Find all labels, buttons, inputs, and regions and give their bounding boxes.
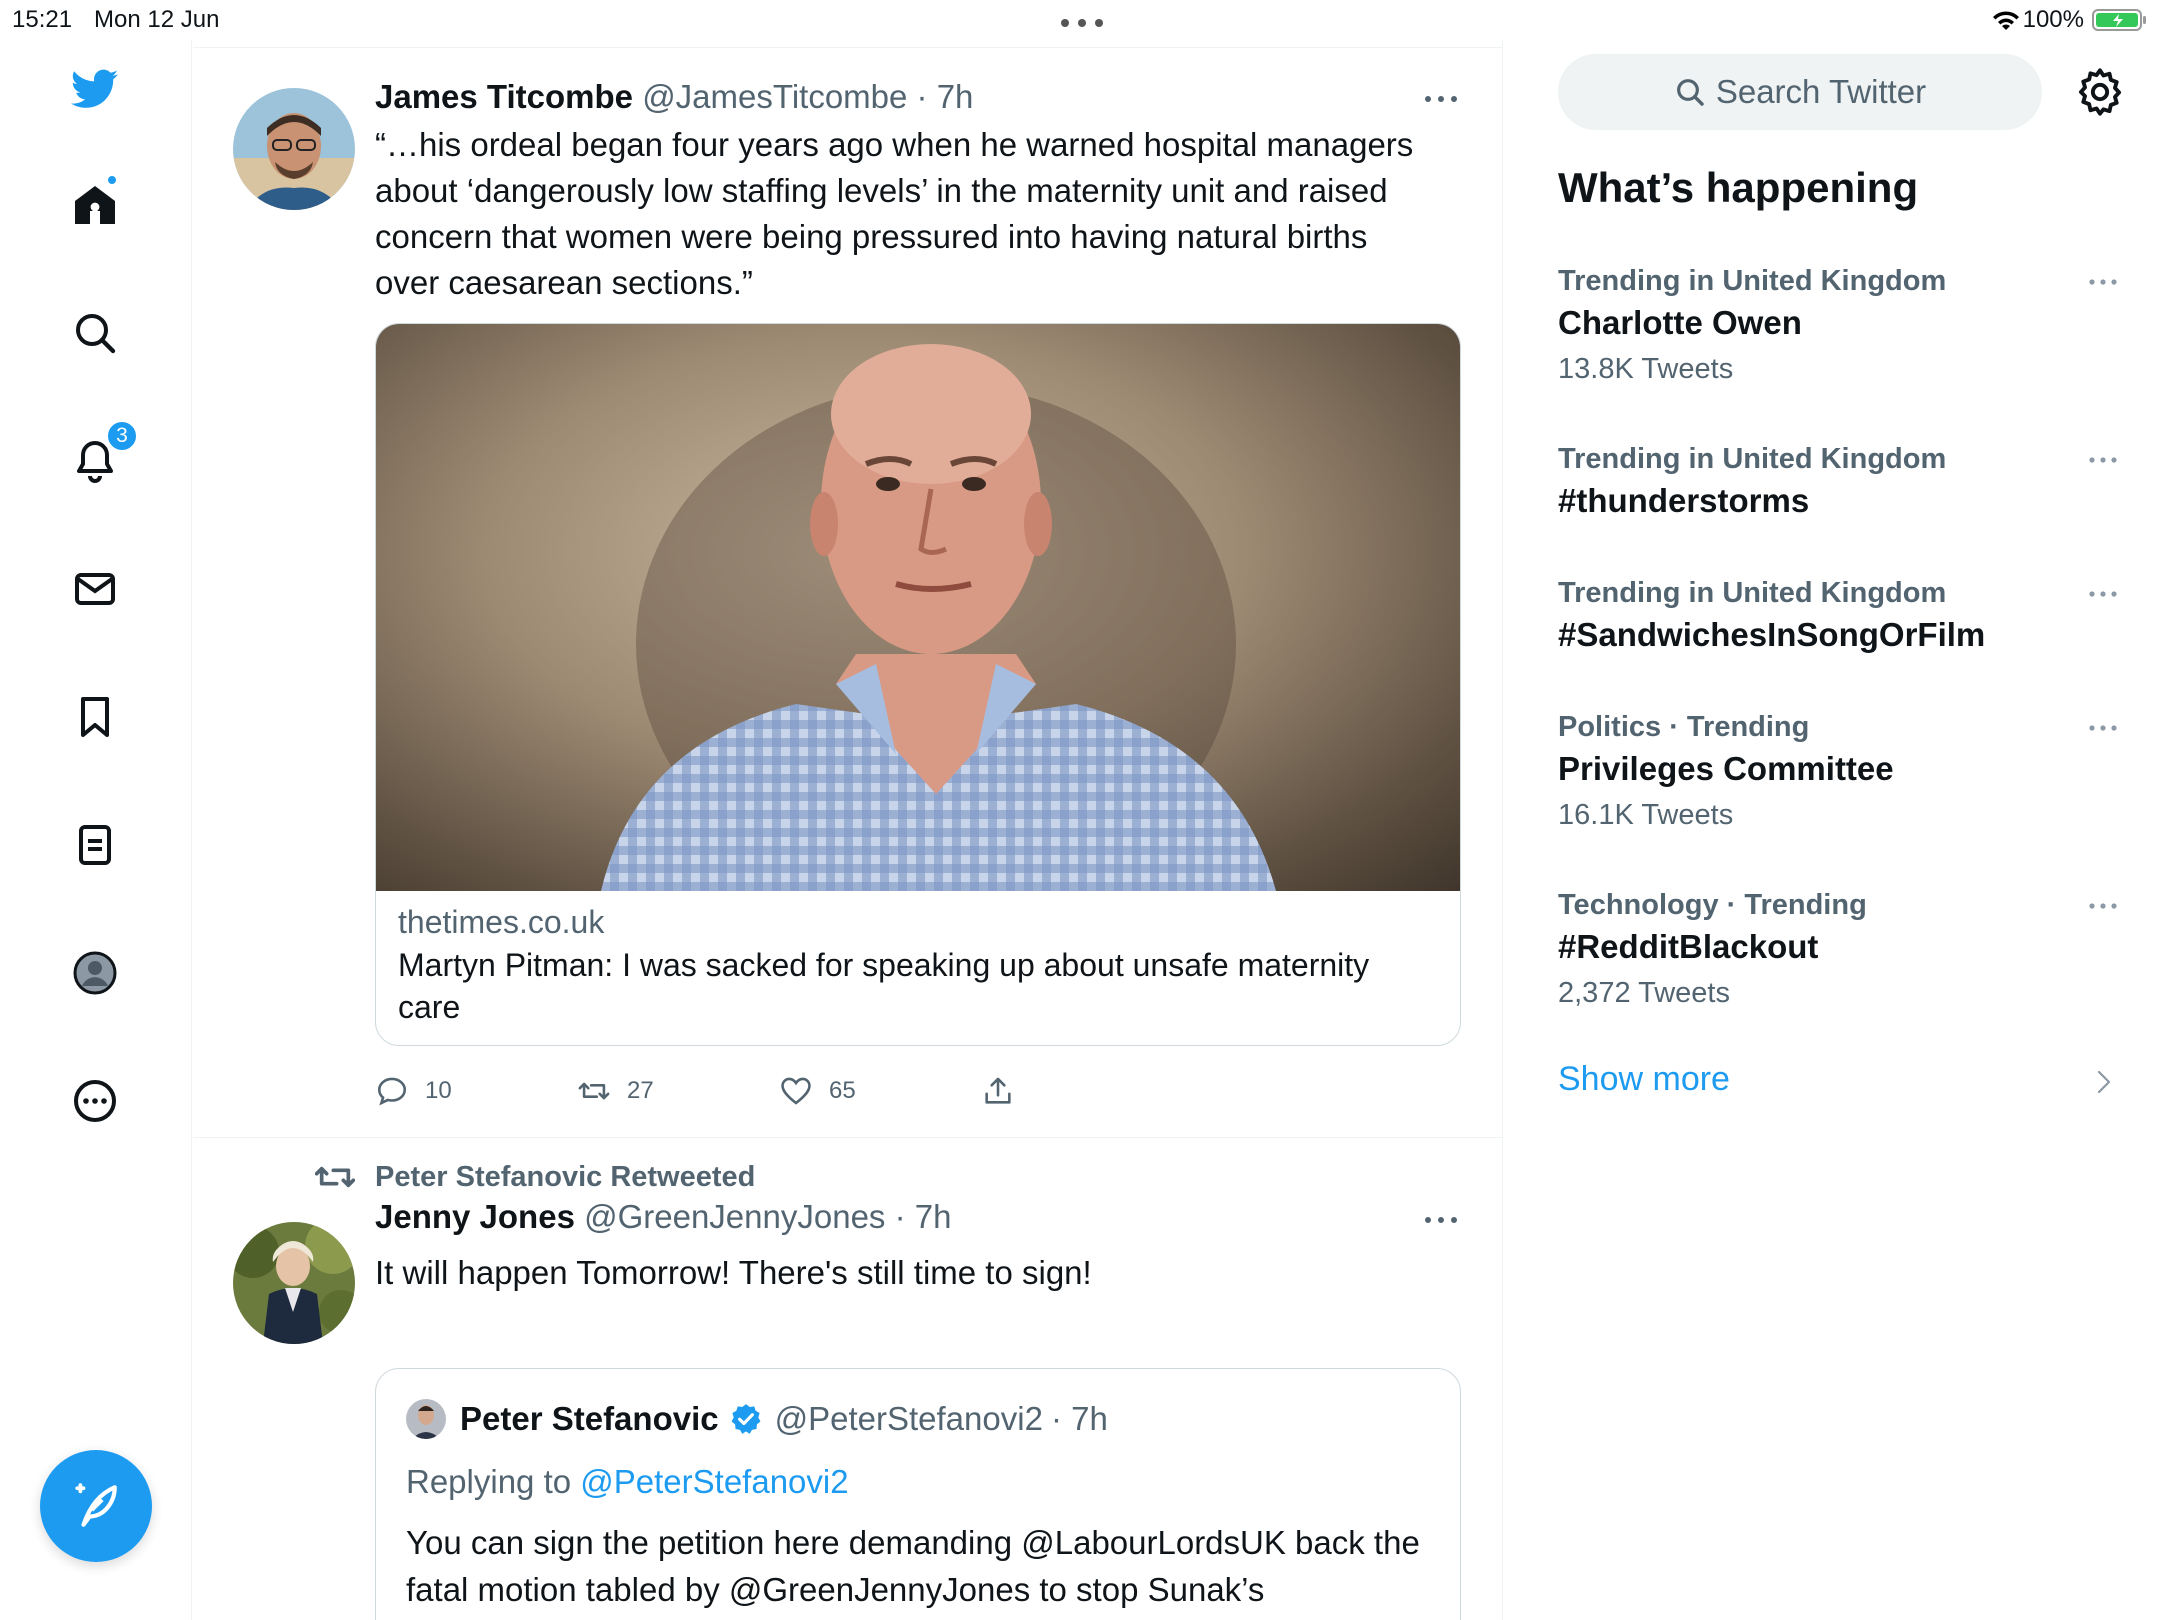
trend-item[interactable]: Politics · Trending Privileges Committee… — [1558, 708, 2118, 838]
home-icon[interactable] — [60, 170, 130, 240]
trend-category: Trending in United Kingdom — [1558, 443, 1947, 475]
quoted-author-name[interactable]: Peter Stefanovic — [460, 1400, 719, 1438]
trend-name: #RedditBlackout — [1558, 928, 1819, 965]
avatar[interactable] — [233, 88, 355, 210]
trend-item[interactable]: Trending in United Kingdom #SandwichesIn… — [1558, 574, 2118, 658]
retweet-count: 27 — [627, 1077, 654, 1104]
tweet[interactable]: Peter Stefanovic Retweeted Jenny Jones @… — [193, 1138, 1502, 1620]
quoted-author-handle[interactable]: @PeterStefanovi2 — [775, 1400, 1043, 1438]
trend-name: #SandwichesInSongOrFilm — [1558, 616, 1986, 653]
like-count: 65 — [829, 1077, 856, 1104]
trend-category: Trending in United Kingdom — [1558, 265, 1947, 297]
more-options-icon[interactable] — [2088, 456, 2118, 464]
section-title: What’s happening — [1558, 164, 1919, 211]
more-options-icon[interactable] — [1423, 94, 1459, 104]
card-image — [376, 324, 1460, 891]
lists-icon[interactable] — [60, 810, 130, 880]
tweet-actions: 10 27 65 — [375, 1066, 1375, 1116]
tweet[interactable]: James Titcombe @JamesTitcombe · 7h “…his… — [193, 48, 1502, 1138]
search-input[interactable]: Search Twitter — [1558, 54, 2042, 130]
retweet-button[interactable]: 27 — [577, 1066, 654, 1116]
timeline-top-divider — [193, 40, 1502, 48]
feather-plus-icon — [75, 1483, 117, 1527]
trend-item[interactable]: Technology · Trending #RedditBlackout 2,… — [1558, 886, 2118, 1016]
tweet-time[interactable]: · 7h — [917, 78, 974, 115]
twitter-logo-icon[interactable] — [60, 54, 130, 124]
replying-to: Replying to @PeterStefanovi2 — [406, 1463, 849, 1501]
trend-item[interactable]: Trending in United Kingdom Charlotte Owe… — [1558, 262, 2118, 392]
trend-name: #thunderstorms — [1558, 482, 1810, 519]
multitasking-dots-icon[interactable] — [1060, 18, 1104, 28]
quoted-tweet[interactable]: Peter Stefanovic @PeterStefanovi2 · 7h R… — [375, 1368, 1461, 1620]
show-more-link[interactable]: Show more — [1558, 1060, 1730, 1099]
verified-badge-icon — [731, 1404, 761, 1434]
quoted-tweet-header: Peter Stefanovic @PeterStefanovi2 · 7h — [406, 1399, 1108, 1439]
like-button[interactable]: 65 — [779, 1066, 856, 1116]
author-name[interactable]: James Titcombe — [375, 78, 633, 115]
tweet-text: “…his ordeal began four years ago when h… — [375, 126, 1414, 301]
tweet-text: It will happen Tomorrow! There's still t… — [375, 1254, 1092, 1291]
timeline: James Titcombe @JamesTitcombe · 7h “…his… — [193, 40, 1503, 1620]
trend-name: Privileges Committee — [1558, 750, 1894, 787]
avatar[interactable] — [233, 1222, 355, 1344]
trend-name: Charlotte Owen — [1558, 304, 1802, 341]
replying-to-prefix: Replying to — [406, 1463, 581, 1500]
wifi-icon — [1993, 11, 2019, 30]
reply-icon — [377, 1077, 407, 1106]
battery-percent: 100% — [2022, 6, 2084, 33]
author-name[interactable]: Jenny Jones — [375, 1198, 575, 1235]
share-icon — [985, 1077, 1011, 1104]
tweet-header: James Titcombe @JamesTitcombe · 7h — [375, 78, 973, 116]
retweeted-by[interactable]: Peter Stefanovic Retweeted — [315, 1160, 755, 1194]
author-handle[interactable]: @GreenJennyJones — [584, 1198, 885, 1235]
trend-count: 2,372 Tweets — [1558, 977, 1730, 1009]
trend-category: Technology · Trending — [1558, 889, 1867, 921]
more-options-icon[interactable] — [1423, 1215, 1459, 1225]
quoted-tweet-time[interactable]: · 7h — [1051, 1400, 1108, 1438]
reply-count: 10 — [425, 1077, 452, 1104]
home-new-dot — [106, 174, 118, 186]
tweet-time[interactable]: · 7h — [895, 1198, 952, 1235]
right-sidebar: Search Twitter What’s happening Trending… — [1504, 40, 2160, 1620]
trend-category: Politics · Trending — [1558, 711, 1810, 743]
trend-category: Trending in United Kingdom — [1558, 577, 1947, 609]
retweeted-by-label: Peter Stefanovic Retweeted — [375, 1160, 756, 1193]
author-handle[interactable]: @JamesTitcombe — [642, 78, 907, 115]
card-domain: thetimes.co.uk — [398, 904, 605, 940]
trend-count: 13.8K Tweets — [1558, 353, 1734, 385]
retweet-icon — [578, 1082, 610, 1100]
trend-count: 16.1K Tweets — [1558, 799, 1734, 831]
left-navigation: 3 — [0, 40, 192, 1620]
search-icon[interactable] — [60, 298, 130, 368]
quoted-tweet-text: You can sign the petition here demanding… — [406, 1524, 1420, 1620]
compose-tweet-button[interactable] — [40, 1450, 152, 1562]
tweet-header: Jenny Jones @GreenJennyJones · 7h — [375, 1198, 951, 1236]
mail-icon[interactable] — [60, 554, 130, 624]
search-placeholder: Search Twitter — [1715, 73, 1927, 110]
more-options-icon[interactable] — [2088, 724, 2118, 732]
card-title: Martyn Pitman: I was sacked for speaking… — [398, 947, 1370, 1025]
search-icon — [1676, 79, 1704, 106]
more-options-icon[interactable] — [2088, 902, 2118, 910]
more-options-icon[interactable] — [2088, 590, 2118, 598]
share-button[interactable] — [981, 1066, 1031, 1116]
more-icon[interactable] — [60, 1066, 130, 1136]
bookmark-icon[interactable] — [60, 682, 130, 752]
gear-icon[interactable] — [2074, 66, 2126, 118]
retweet-icon — [315, 1166, 355, 1188]
battery-icon — [2092, 9, 2146, 31]
bell-icon[interactable]: 3 — [60, 420, 138, 496]
replying-to-handle[interactable]: @PeterStefanovi2 — [580, 1463, 848, 1500]
avatar[interactable] — [406, 1399, 446, 1439]
status-time: 15:21 — [12, 6, 73, 33]
heart-icon — [781, 1077, 811, 1105]
link-card[interactable]: thetimes.co.uk Martyn Pitman: I was sack… — [375, 323, 1461, 1046]
trend-item[interactable]: Trending in United Kingdom #thunderstorm… — [1558, 440, 2118, 524]
chevron-right-icon[interactable] — [2094, 1068, 2114, 1096]
more-options-icon[interactable] — [2088, 278, 2118, 286]
notifications-badge: 3 — [106, 420, 138, 452]
status-date: Mon 12 Jun — [94, 6, 220, 33]
reply-button[interactable]: 10 — [375, 1066, 452, 1116]
profile-icon[interactable] — [60, 938, 130, 1008]
